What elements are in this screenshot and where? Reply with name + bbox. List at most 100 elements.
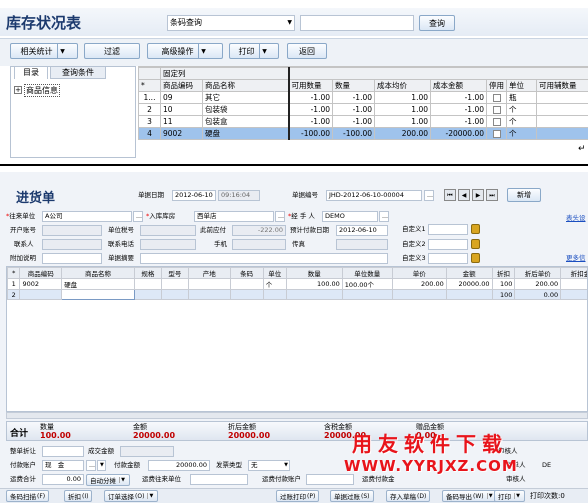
column-header[interactable]: 单位数量 (341, 267, 393, 279)
cell-qty[interactable] (285, 289, 343, 300)
cell-model[interactable] (160, 289, 189, 300)
print-doc-button[interactable]: 打印 ▼ (494, 490, 525, 502)
search-button[interactable]: 查询 (419, 15, 455, 31)
column-header[interactable]: 型号 (160, 267, 189, 279)
pay-account-dropdown[interactable]: ▼ (97, 460, 106, 471)
cell-unit-qty[interactable] (341, 289, 393, 300)
column-header[interactable]: 可用辅数量 (535, 79, 588, 92)
save-draft-button[interactable]: 存入草稿 (D) (386, 490, 431, 502)
filter-button[interactable]: 过滤 (84, 43, 140, 59)
cell-origin[interactable] (187, 278, 231, 290)
cell-amount[interactable]: 20000.00 (445, 278, 493, 290)
prev-record-icon[interactable]: ◀ (458, 189, 470, 201)
lock-icon[interactable] (471, 239, 480, 249)
column-header[interactable]: 商品编码 (19, 267, 63, 279)
cell-code[interactable]: 9002 (19, 278, 63, 290)
cell-spec[interactable] (133, 278, 162, 290)
print-button[interactable]: 打印 ▼ (229, 43, 279, 59)
freight-field[interactable]: 0.00 (42, 474, 84, 485)
table-row[interactable]: 3 11 包装盒 -1.00 -1.00 1.00 -1.00 个 (138, 115, 588, 128)
table-row-selected[interactable]: 4 9002 硬盘 -100.00 -100.00 200.00 -20000.… (138, 127, 588, 140)
pay-account-field[interactable]: 现 金 (42, 460, 84, 471)
table-row[interactable]: 1 9002 硬盘 个 100.00 100.00个 200.00 20000.… (7, 278, 587, 290)
summary-field[interactable] (140, 253, 388, 264)
cell-barcode[interactable] (229, 278, 264, 290)
header-settings-link[interactable]: 表头设 (566, 212, 586, 222)
cell-unit-qty[interactable]: 100.00个 (341, 278, 393, 290)
tree-item-goods[interactable]: 商品信息 (24, 84, 60, 97)
column-header[interactable]: 商品编码 (160, 79, 203, 92)
cell-spec[interactable] (133, 289, 162, 300)
column-header[interactable]: 商品名称 (61, 267, 135, 279)
post-print-button[interactable]: 过账打印 (P) (276, 490, 320, 502)
cell-discount[interactable]: 100 (491, 278, 516, 290)
disabled-checkbox[interactable] (486, 103, 507, 116)
cell-discount-price[interactable]: 0.00 (514, 289, 562, 300)
lock-icon[interactable] (471, 253, 480, 263)
table-row[interactable]: 2 10 包装袋 -1.00 -1.00 1.00 -1.00 个 (138, 103, 588, 116)
handler-field[interactable]: DEMO (322, 211, 378, 222)
next-record-icon[interactable]: ▶ (472, 189, 484, 201)
order-select-button[interactable]: 订单选择 (O) ▼ (104, 490, 159, 502)
cell-price[interactable]: 200.00 (391, 278, 447, 290)
column-header[interactable]: 停用 (486, 79, 507, 92)
paydate-field[interactable]: 2012-06-10 (336, 225, 388, 236)
related-stats-button[interactable]: 相关统计 ▼ (10, 43, 78, 59)
post-button[interactable]: 单据过账 (S) (330, 490, 374, 502)
column-header[interactable]: 单位 (262, 267, 287, 279)
tab-query[interactable]: 查询条件 (50, 66, 106, 79)
back-button[interactable]: 返回 (287, 43, 327, 59)
freight-pay-field[interactable] (306, 474, 354, 485)
table-row-editing[interactable]: 2 100 0.00 0. (7, 289, 587, 300)
warehouse-field[interactable]: 西单店 (194, 211, 274, 222)
column-header[interactable]: 数量 (285, 267, 343, 279)
doc-no-browse[interactable]: … (424, 190, 434, 201)
cell-price[interactable] (391, 289, 447, 300)
disabled-checkbox[interactable] (486, 115, 507, 128)
cell-code[interactable] (19, 289, 63, 300)
lock-icon[interactable] (471, 224, 480, 234)
supplier-field[interactable]: A公司 (42, 211, 132, 222)
search-input[interactable] (300, 15, 414, 31)
column-header[interactable]: 商品名称 (202, 79, 289, 92)
cell-unit[interactable]: 个 (262, 278, 287, 290)
column-header[interactable]: 成本均价 (374, 79, 431, 92)
cell-discount-amount[interactable]: 0. (560, 278, 587, 290)
disabled-checkbox[interactable] (486, 127, 507, 140)
warehouse-browse[interactable]: … (275, 211, 285, 222)
column-header[interactable]: 条码 (229, 267, 264, 279)
column-header[interactable]: 金额 (445, 267, 493, 279)
cell-discount[interactable]: 100 (491, 289, 516, 300)
auto-allocate-button[interactable]: 自动分摊 ▼ (86, 474, 130, 486)
more-info-link[interactable]: 更多信 (566, 252, 586, 262)
date-field[interactable]: 2012-06-10 (172, 190, 216, 201)
cell-unit[interactable] (262, 289, 287, 300)
column-header[interactable]: 规格 (133, 267, 162, 279)
supplier-browse[interactable]: … (133, 211, 143, 222)
column-header[interactable]: 折后单价 (514, 267, 562, 279)
doc-no-field[interactable]: JHD-2012-06-10-00004 (326, 190, 422, 201)
table-row[interactable]: 1... 09 其它 -1.00 -1.00 1.00 -1.00 瓶 (138, 91, 588, 104)
cell-amount[interactable] (445, 289, 493, 300)
cell-qty[interactable]: 100.00 (285, 278, 343, 290)
column-header[interactable]: 产地 (187, 267, 231, 279)
column-header[interactable]: 折扣金额 (560, 267, 587, 279)
last-record-icon[interactable]: ⏭ (486, 189, 498, 201)
cell-barcode[interactable] (229, 289, 264, 300)
column-header[interactable]: 数量 (332, 79, 375, 92)
column-header[interactable]: 单价 (391, 267, 447, 279)
column-header[interactable]: 单位 (506, 79, 537, 92)
column-header[interactable]: 可用数量 (287, 79, 333, 92)
tab-catalog[interactable]: 目录 (14, 66, 48, 79)
barcode-scan-button[interactable]: 条码扫描 (F) (6, 490, 50, 502)
whole-discount-field[interactable] (42, 446, 84, 457)
tree-expand-icon[interactable]: + (14, 86, 22, 94)
note-field[interactable] (42, 253, 102, 264)
handler-browse[interactable]: … (379, 211, 389, 222)
new-doc-button[interactable]: 新增 (507, 188, 541, 202)
column-header[interactable]: 成本金额 (430, 79, 487, 92)
pay-amount-field[interactable]: 20000.00 (148, 460, 210, 471)
custom1-field[interactable] (428, 224, 468, 235)
first-record-icon[interactable]: ⏮ (444, 189, 456, 201)
cell-discount-amount[interactable]: 0. (560, 289, 587, 300)
